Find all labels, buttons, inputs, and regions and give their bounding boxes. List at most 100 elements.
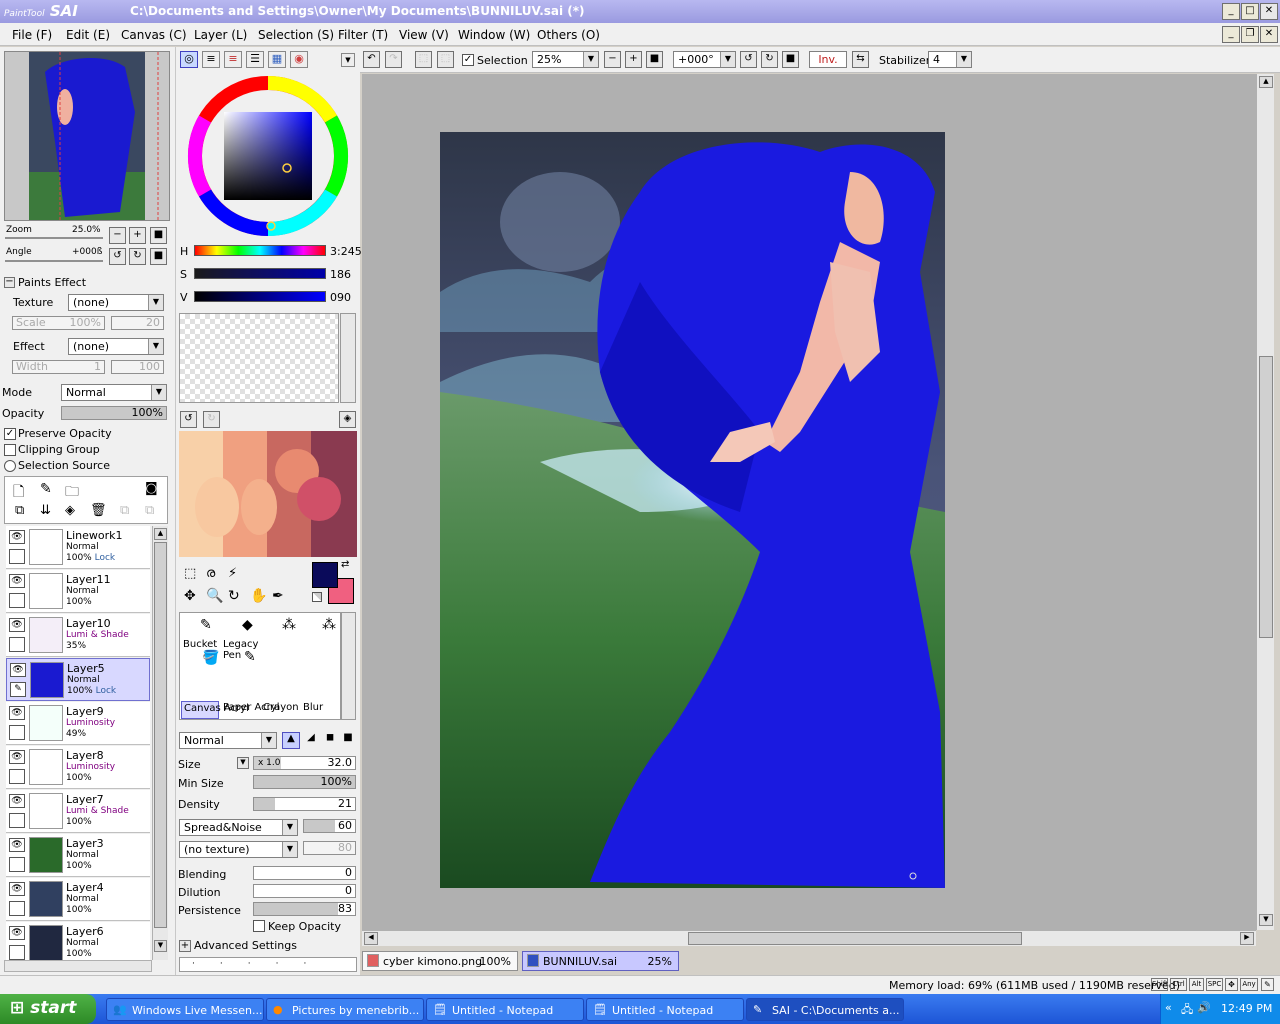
transparent-color-icon[interactable] bbox=[312, 592, 322, 602]
preserve-opacity-checkbox[interactable]: ✓ bbox=[4, 428, 16, 440]
eye-icon[interactable]: 👁 bbox=[9, 882, 25, 896]
copy-layer-icon[interactable]: ⧉ bbox=[15, 503, 24, 518]
tray-expand-icon[interactable]: « bbox=[1165, 1001, 1172, 1014]
nav-zoom-reset-button[interactable]: ■ bbox=[150, 227, 167, 244]
canvas-hscroll-thumb[interactable] bbox=[688, 932, 1022, 945]
lasso-tool-icon[interactable]: ര bbox=[206, 566, 215, 581]
bucket-tool-icon[interactable]: 🪣 bbox=[202, 650, 219, 666]
zoom-reset-button[interactable]: ■ bbox=[646, 51, 663, 68]
task-sai[interactable]: ✎ SAI - C:\Documents a... bbox=[746, 998, 904, 1021]
magic-wand-icon[interactable]: ⚡ bbox=[228, 566, 237, 581]
nav-zoom-out-button[interactable]: − bbox=[109, 227, 126, 244]
move-tool-icon[interactable]: ✥ bbox=[184, 588, 196, 604]
marker-tool-icon[interactable]: ⁂ bbox=[322, 617, 336, 633]
eye-icon[interactable]: 👁 bbox=[9, 926, 25, 940]
new-layer-icon[interactable]: 🗋 bbox=[13, 481, 24, 505]
min-size-slider[interactable]: 100% bbox=[253, 775, 356, 789]
nav-rotate-reset-button[interactable]: ■ bbox=[150, 248, 167, 265]
nav-rotate-right-button[interactable]: ↻ bbox=[129, 248, 146, 265]
eye-icon[interactable]: 👁 bbox=[9, 750, 25, 764]
rotate-tool-icon[interactable]: ↻ bbox=[228, 588, 240, 604]
swatch-scrollbar[interactable] bbox=[340, 313, 356, 403]
scroll-down-icon[interactable]: ▼ bbox=[154, 940, 167, 952]
clipping-group-checkbox[interactable] bbox=[4, 444, 16, 456]
swatches-tab[interactable]: ▦ bbox=[268, 51, 286, 68]
canvas-hscrollbar[interactable]: ◀ ▶ bbox=[362, 930, 1256, 946]
pen-tool-icon[interactable]: ✎ bbox=[200, 617, 212, 633]
scratchpad-undo-icon[interactable]: ↺ bbox=[180, 411, 197, 428]
layer-mask-icon[interactable]: ◙ bbox=[145, 481, 158, 496]
nav-rotate-left-button[interactable]: ↺ bbox=[109, 248, 126, 265]
layer-row[interactable]: 👁 Layer3 Normal 100% bbox=[6, 834, 150, 877]
scroll-up-icon[interactable]: ▲ bbox=[1259, 76, 1273, 88]
brush-mode-select[interactable]: Normal ▼ bbox=[179, 732, 277, 749]
layer-row[interactable]: 👁 Layer11 Normal 100% bbox=[6, 570, 150, 613]
swatch-area[interactable] bbox=[179, 313, 339, 403]
menu-filter[interactable]: Filter (T) bbox=[338, 28, 388, 42]
layer-lock-toggle[interactable] bbox=[9, 769, 25, 784]
layer-row[interactable]: 👁 Layer4 Normal 100% bbox=[6, 878, 150, 921]
zoom-tool-icon[interactable]: 🔍 bbox=[206, 588, 223, 604]
new-linework-icon[interactable]: ✎ bbox=[40, 481, 52, 497]
advanced-settings-label[interactable]: Advanced Settings bbox=[194, 939, 297, 952]
eye-icon[interactable]: 👁 bbox=[10, 663, 26, 677]
scratchpad-canvas[interactable] bbox=[179, 431, 357, 557]
menu-canvas[interactable]: Canvas (C) bbox=[121, 28, 187, 42]
layer-lock-toggle[interactable] bbox=[9, 857, 25, 872]
eye-icon[interactable]: 👁 bbox=[9, 794, 25, 808]
eye-icon[interactable]: 👁 bbox=[9, 838, 25, 852]
size-slider[interactable]: x 1.0 32.0 bbox=[253, 756, 356, 770]
network-icon[interactable]: 🖧 bbox=[1181, 1001, 1193, 1020]
clear-layer-icon[interactable]: ◈ bbox=[65, 503, 75, 518]
layer-lock-toggle[interactable] bbox=[9, 549, 25, 564]
expand-icon[interactable]: + bbox=[179, 940, 191, 952]
doc-tab-cyber-kimono[interactable]: cyber kimono.png 100% bbox=[362, 951, 518, 971]
menu-selection[interactable]: Selection (S) bbox=[258, 28, 334, 42]
task-firefox[interactable]: ● Pictures by menebrib... bbox=[266, 998, 424, 1021]
value-slider[interactable] bbox=[194, 291, 326, 302]
brush-icon[interactable]: ✎ bbox=[10, 682, 26, 697]
zoom-out-button[interactable]: − bbox=[604, 51, 621, 68]
rotate-reset-button[interactable]: ■ bbox=[782, 51, 799, 68]
layer-lock-toggle[interactable] bbox=[9, 813, 25, 828]
bucket-tool-label[interactable]: Bucket bbox=[183, 639, 217, 650]
spread-noise-slider[interactable]: 60 bbox=[303, 819, 356, 833]
nav-zoom-in-button[interactable]: + bbox=[129, 227, 146, 244]
scroll-up-icon[interactable]: ▲ bbox=[154, 528, 167, 540]
canvas-viewport[interactable] bbox=[362, 74, 1256, 930]
layer-row[interactable]: 👁 Layer10 Lumi & Shade 35% bbox=[6, 614, 150, 657]
eye-icon[interactable]: 👁 bbox=[9, 574, 25, 588]
canvas-vscrollbar[interactable]: ▲ ▼ bbox=[1256, 74, 1274, 930]
canvas-acryl-tool[interactable]: Canvas Acryl bbox=[181, 701, 249, 719]
legacy-pen-icon[interactable]: ✎ bbox=[244, 649, 256, 665]
menu-window[interactable]: Window (W) bbox=[458, 28, 530, 42]
selection-source-radio[interactable] bbox=[4, 460, 16, 472]
texture-select[interactable]: (none) ▼ bbox=[68, 294, 164, 311]
nav-zoom-slider[interactable] bbox=[5, 237, 103, 239]
color-mixer-tab[interactable]: ☰ bbox=[246, 51, 264, 68]
minimize-button[interactable]: _ bbox=[1222, 3, 1240, 20]
volume-icon[interactable]: 🔊 bbox=[1197, 1001, 1211, 1014]
eraser-tool-icon[interactable]: ◆ bbox=[242, 617, 253, 633]
layer-lock-toggle[interactable] bbox=[9, 901, 25, 916]
blending-slider[interactable]: 0 bbox=[253, 866, 356, 880]
layer-row[interactable]: 👁 Layer7 Lumi & Shade 100% bbox=[6, 790, 150, 833]
doc-minimize-button[interactable]: _ bbox=[1222, 26, 1240, 43]
layer-lock-toggle[interactable] bbox=[9, 593, 25, 608]
eye-icon[interactable]: 👁 bbox=[9, 706, 25, 720]
rgb-slider-tab[interactable]: ≡ bbox=[202, 51, 220, 68]
doc-close-button[interactable]: ✕ bbox=[1260, 26, 1278, 43]
layer-lock-toggle[interactable] bbox=[9, 945, 25, 960]
brush-texture-select[interactable]: (no texture) ▼ bbox=[179, 841, 298, 858]
layer-mode-select[interactable]: Normal ▼ bbox=[61, 384, 167, 401]
menu-view[interactable]: View (V) bbox=[399, 28, 449, 42]
layer-list-scrollbar[interactable]: ▲ ▼ bbox=[152, 526, 168, 960]
menu-layer[interactable]: Layer (L) bbox=[194, 28, 247, 42]
marquee-tool-icon[interactable]: ⬚ bbox=[184, 566, 196, 581]
hsv-slider-tab[interactable]: ≡ bbox=[224, 51, 242, 68]
layer-row[interactable]: 👁 Layer9 Luminosity 49% bbox=[6, 702, 150, 745]
crayon-tool[interactable]: Crayon bbox=[263, 702, 299, 713]
hand-tool-icon[interactable]: ✋ bbox=[250, 588, 267, 604]
undo-icon[interactable]: ↶ bbox=[363, 51, 380, 68]
layer-lock-toggle[interactable] bbox=[9, 725, 25, 740]
